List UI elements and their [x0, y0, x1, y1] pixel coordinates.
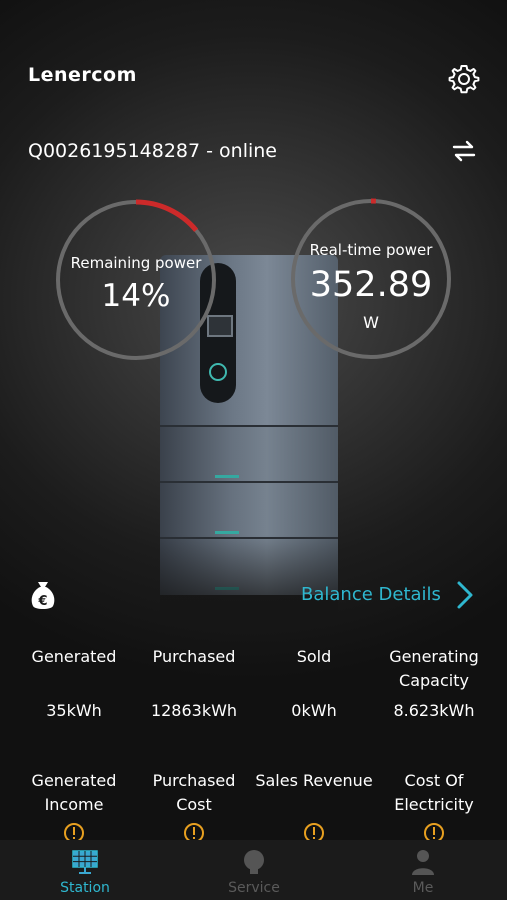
- nav-station[interactable]: Station: [25, 840, 145, 900]
- finance-income-label: Generated Income: [31, 771, 117, 814]
- stat-sold-label: Sold: [296, 647, 332, 666]
- stat-purchased-label: Purchased: [152, 647, 236, 666]
- remaining-power-label: Remaining power: [70, 254, 202, 272]
- chevron-right-icon[interactable]: [455, 580, 475, 610]
- app-screen: Lenercom Q0026195148287 - online Remaini…: [0, 0, 507, 900]
- realtime-power-gauge: Real-time power 352.89 W: [289, 197, 453, 361]
- remaining-power-gauge: Remaining power 14%: [54, 198, 218, 362]
- bottom-nav: Station Service Me: [0, 840, 507, 900]
- gear-icon[interactable]: [447, 62, 481, 96]
- nav-me[interactable]: Me: [363, 840, 483, 900]
- device-title: Q0026195148287 - online: [28, 140, 277, 162]
- nav-service-label: Service: [228, 880, 280, 896]
- solar-panel-icon: [72, 850, 98, 874]
- bulb-icon: [244, 850, 264, 874]
- stat-capacity-label: Generating Capacity: [389, 647, 479, 690]
- nav-service[interactable]: Service: [194, 840, 314, 900]
- nav-me-label: Me: [412, 880, 434, 896]
- stat-generated-label: Generated: [31, 647, 117, 666]
- stat-capacity-value: 8.623kWh: [393, 701, 475, 720]
- finance-revenue-label: Sales Revenue: [255, 771, 373, 790]
- finance-electricity-label: Cost Of Electricity: [394, 771, 474, 814]
- realtime-power-value: 352.89: [309, 265, 433, 305]
- remaining-power-value: 14%: [101, 278, 171, 314]
- stat-generated-value: 35kWh: [46, 701, 102, 720]
- brand-logo: Lenercom: [28, 64, 137, 86]
- nav-station-label: Station: [60, 880, 110, 896]
- svg-text:€: €: [37, 594, 47, 609]
- money-bag-icon: €: [31, 582, 55, 609]
- finance-cost-label: Purchased Cost: [152, 771, 236, 814]
- realtime-power-unit: W: [363, 313, 379, 332]
- stat-sold-value: 0kWh: [291, 701, 337, 720]
- user-icon: [412, 850, 434, 875]
- swap-arrows-icon[interactable]: [450, 138, 478, 164]
- balance-details-link[interactable]: Balance Details: [301, 584, 441, 605]
- realtime-power-label: Real-time power: [309, 241, 433, 259]
- stat-purchased-value: 12863kWh: [150, 701, 238, 720]
